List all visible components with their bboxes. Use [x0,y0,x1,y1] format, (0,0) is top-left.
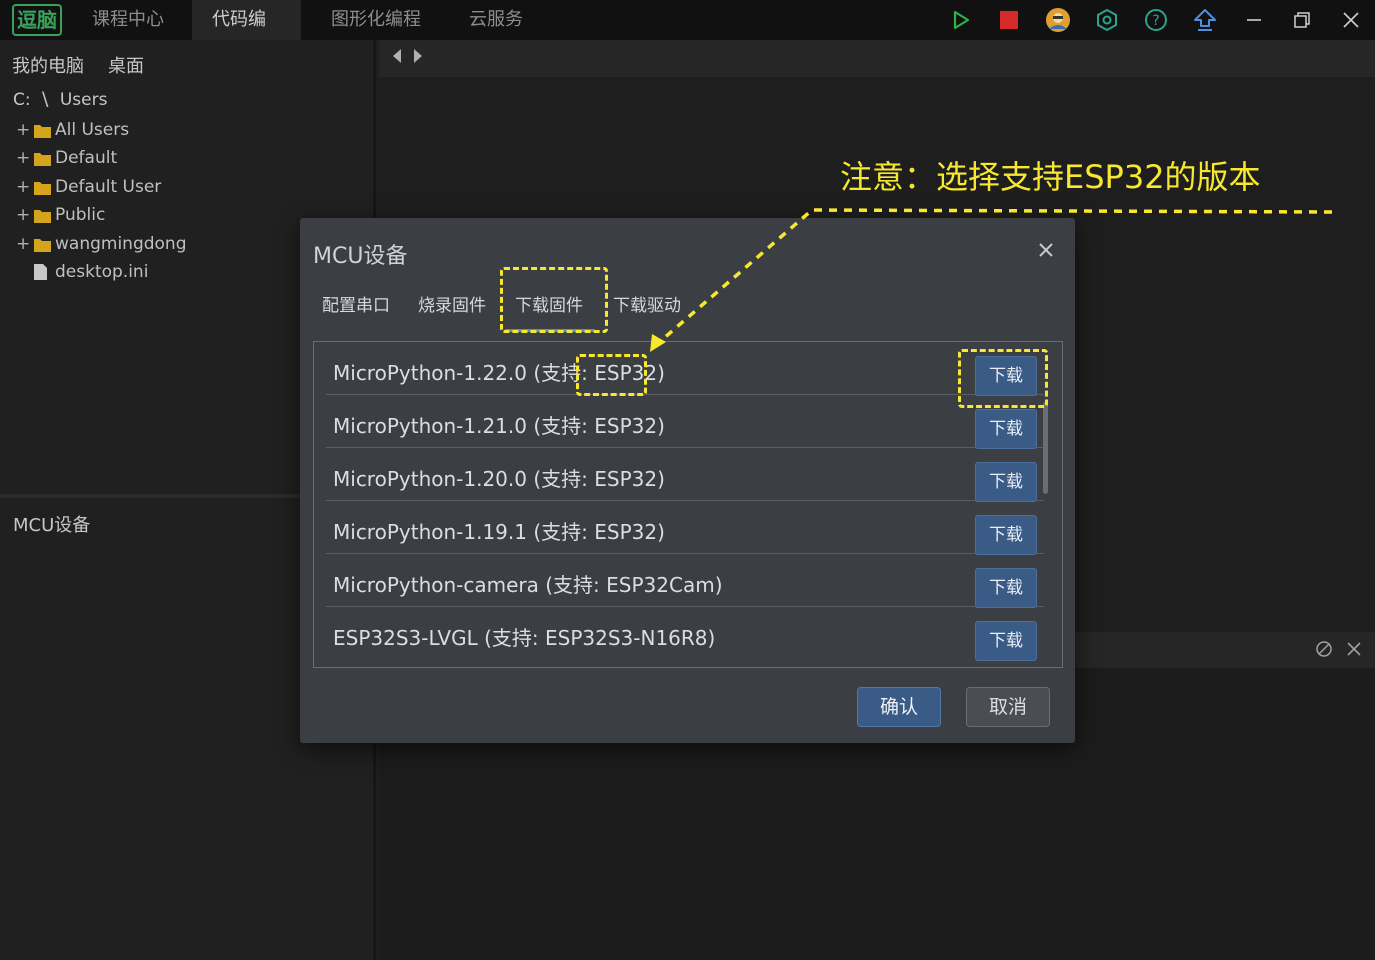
annotation-arrow [650,208,1333,352]
